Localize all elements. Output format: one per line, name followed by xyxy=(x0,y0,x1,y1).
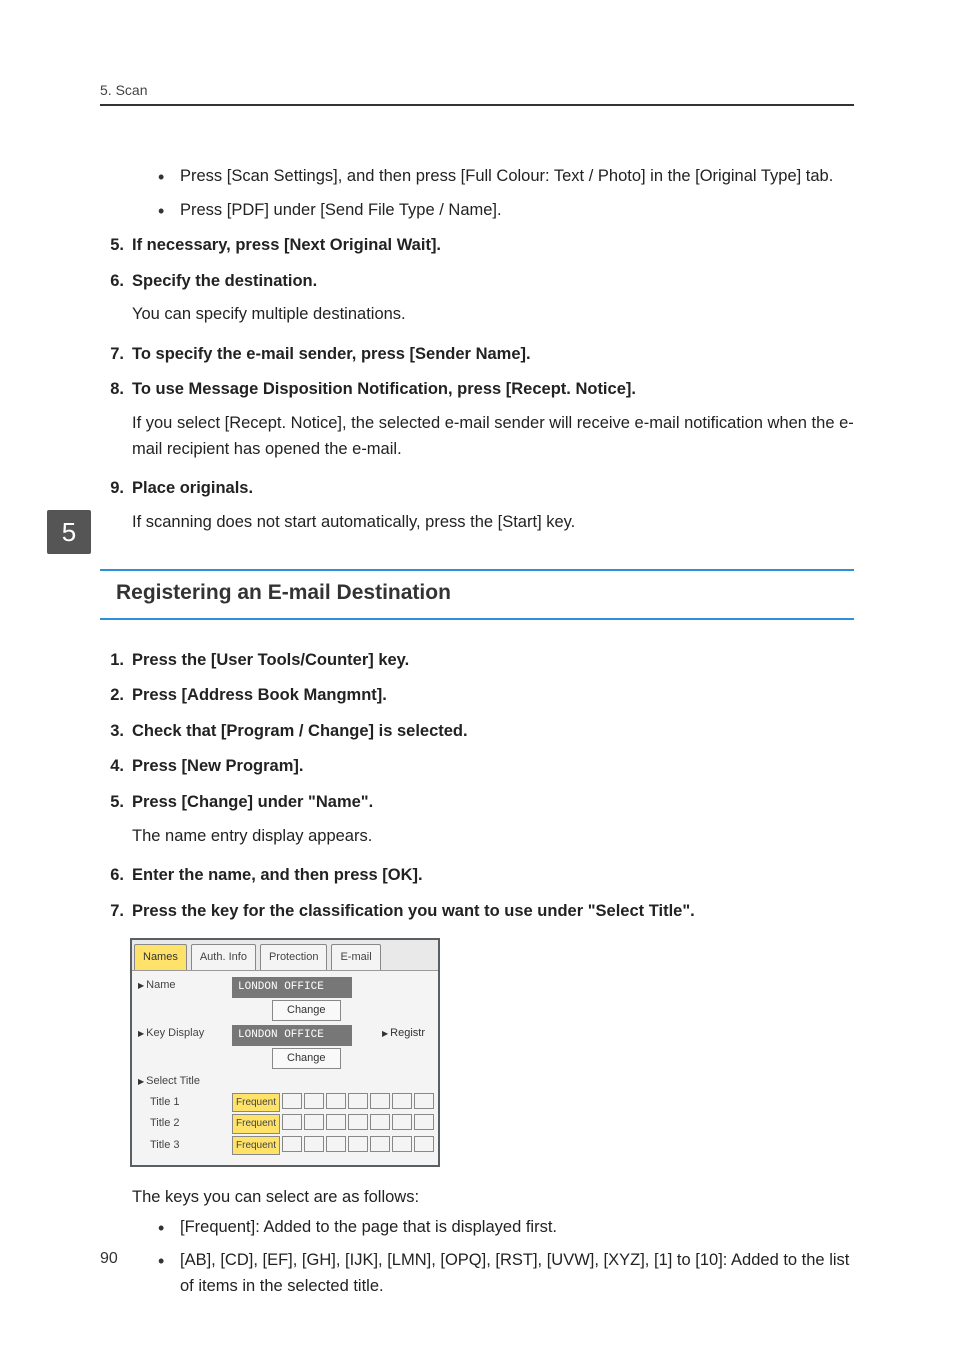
registration-label: Registr xyxy=(382,1025,432,1042)
title-key-button[interactable] xyxy=(414,1136,434,1152)
page-header: 5. Scan xyxy=(100,82,854,106)
list-item: 6. Specify the destination. You can spec… xyxy=(100,269,854,332)
title-key-button[interactable] xyxy=(304,1114,324,1130)
list-item: 6. Enter the name, and then press [OK]. xyxy=(100,863,854,889)
list-item: 7. To specify the e-mail sender, press [… xyxy=(100,342,854,368)
title-key-button[interactable] xyxy=(304,1093,324,1109)
title-key-button[interactable] xyxy=(326,1114,346,1130)
title-1-label: Title 1 xyxy=(138,1094,228,1111)
title-key-button[interactable] xyxy=(392,1114,412,1130)
chapter-tab: 5 xyxy=(47,510,91,554)
address-book-ui-figure: Names Auth. Info Protection E-mail Name … xyxy=(130,938,440,1167)
list-item: 5. Press [Change] under "Name". The name… xyxy=(100,790,854,853)
list-item: [AB], [CD], [EF], [GH], [IJK], [LMN], [O… xyxy=(158,1248,854,1299)
title-row: Title 3 Frequent xyxy=(138,1136,432,1156)
paragraph: The keys you can select are as follows: xyxy=(132,1185,854,1211)
title-key-button[interactable] xyxy=(414,1093,434,1109)
frequent-button[interactable]: Frequent xyxy=(232,1136,280,1156)
title-key-button[interactable] xyxy=(348,1114,368,1130)
title-key-button[interactable] xyxy=(282,1093,302,1109)
list-item: Press [Scan Settings], and then press [F… xyxy=(158,164,854,190)
title-key-button[interactable] xyxy=(370,1093,390,1109)
tab-email[interactable]: E-mail xyxy=(331,944,380,970)
list-item: 8. To use Message Disposition Notificati… xyxy=(100,377,854,466)
ordered-list-upper: 5. If necessary, press [Next Original Wa… xyxy=(100,233,854,539)
title-key-button[interactable] xyxy=(392,1136,412,1152)
key-display-value: LONDON OFFICE xyxy=(232,1025,352,1046)
title-2-label: Title 2 xyxy=(138,1115,228,1132)
title-key-button[interactable] xyxy=(392,1093,412,1109)
list-item: 9. Place originals. If scanning does not… xyxy=(100,476,854,539)
ui-tabs: Names Auth. Info Protection E-mail xyxy=(132,940,438,971)
change-button[interactable]: Change xyxy=(272,1048,341,1069)
name-value: LONDON OFFICE xyxy=(232,977,352,998)
sub-bullet-list: Press [Scan Settings], and then press [F… xyxy=(132,164,854,223)
breadcrumb: 5. Scan xyxy=(100,82,147,98)
frequent-button[interactable]: Frequent xyxy=(232,1114,280,1134)
title-key-button[interactable] xyxy=(326,1136,346,1152)
page-number: 90 xyxy=(100,1250,118,1268)
title-key-button[interactable] xyxy=(348,1136,368,1152)
title-key-button[interactable] xyxy=(304,1136,324,1152)
title-key-button[interactable] xyxy=(370,1136,390,1152)
title-key-button[interactable] xyxy=(348,1093,368,1109)
tab-auth-info[interactable]: Auth. Info xyxy=(191,944,256,970)
list-item: 1. Press the [User Tools/Counter] key. xyxy=(100,648,854,674)
change-button[interactable]: Change xyxy=(272,1000,341,1021)
list-item: [Frequent]: Added to the page that is di… xyxy=(158,1215,854,1241)
title-key-button[interactable] xyxy=(370,1114,390,1130)
frequent-button[interactable]: Frequent xyxy=(232,1093,280,1113)
list-item: 3. Check that [Program / Change] is sele… xyxy=(100,719,854,745)
ordered-list-lower: 1. Press the [User Tools/Counter] key. 2… xyxy=(100,648,854,925)
tab-protection[interactable]: Protection xyxy=(260,944,328,970)
select-title-label: Select Title xyxy=(138,1073,432,1090)
title-row: Title 1 Frequent xyxy=(138,1093,432,1113)
page-content: Press [Scan Settings], and then press [F… xyxy=(100,164,854,1299)
list-item: 7. Press the key for the classification … xyxy=(100,899,854,925)
title-key-button[interactable] xyxy=(282,1136,302,1152)
title-key-button[interactable] xyxy=(326,1093,346,1109)
key-display-label: Key Display xyxy=(138,1025,228,1042)
title-3-label: Title 3 xyxy=(138,1137,228,1154)
list-item: 4. Press [New Program]. xyxy=(100,754,854,780)
tab-names[interactable]: Names xyxy=(134,944,187,970)
title-key-button[interactable] xyxy=(282,1114,302,1130)
title-key-button[interactable] xyxy=(414,1114,434,1130)
name-label: Name xyxy=(138,977,228,994)
title-row: Title 2 Frequent xyxy=(138,1114,432,1134)
list-item: Press [PDF] under [Send File Type / Name… xyxy=(158,198,854,224)
list-item: 5. If necessary, press [Next Original Wa… xyxy=(100,233,854,259)
section-heading: Registering an E-mail Destination xyxy=(100,569,854,620)
list-item: 2. Press [Address Book Mangmnt]. xyxy=(100,683,854,709)
select-title-keys-list: [Frequent]: Added to the page that is di… xyxy=(132,1215,854,1300)
